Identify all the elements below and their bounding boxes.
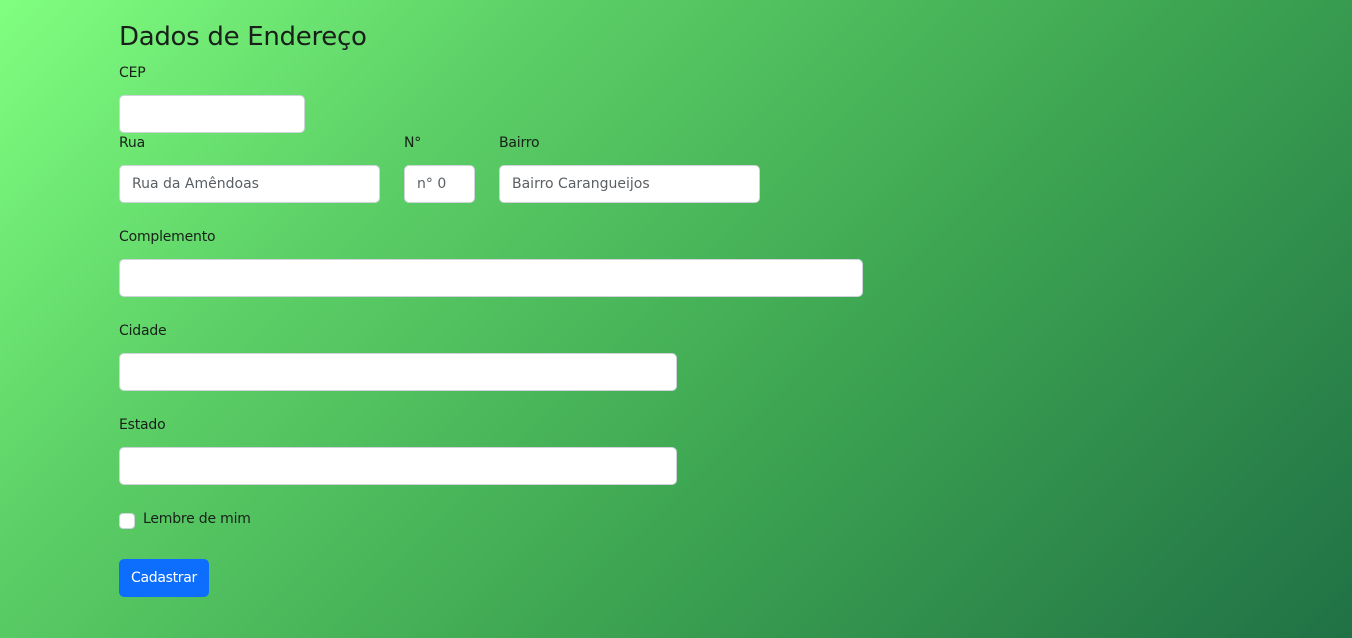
cep-label: CEP [119, 65, 146, 81]
remember-checkbox[interactable] [119, 513, 135, 529]
remember-label: Lembre de mim [143, 511, 251, 527]
numero-input[interactable] [404, 165, 475, 203]
cep-input[interactable] [119, 95, 305, 133]
estado-label: Estado [119, 417, 166, 433]
cidade-input[interactable] [119, 353, 677, 391]
numero-label: N° [404, 135, 422, 151]
cidade-label: Cidade [119, 323, 167, 339]
estado-input[interactable] [119, 447, 677, 485]
complemento-label: Complemento [119, 229, 216, 245]
form-title: Dados de Endereço [119, 22, 367, 52]
bairro-label: Bairro [499, 135, 540, 151]
rua-input[interactable] [119, 165, 380, 203]
rua-label: Rua [119, 135, 145, 151]
bairro-input[interactable] [499, 165, 760, 203]
cadastrar-button[interactable]: Cadastrar [119, 559, 209, 597]
complemento-input[interactable] [119, 259, 863, 297]
